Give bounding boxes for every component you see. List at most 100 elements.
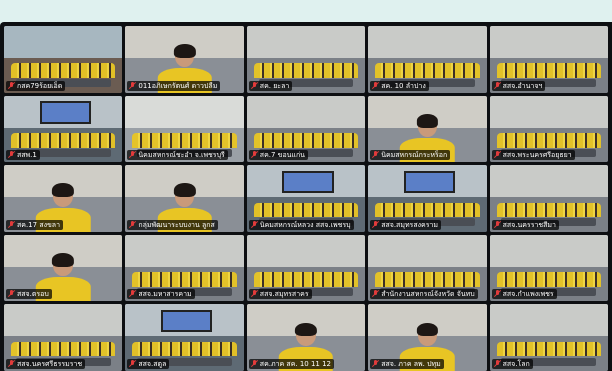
participant-crowd (375, 63, 480, 78)
participant-name-label: สสจ.สมุทรสงคราม (370, 219, 441, 230)
participant-tile[interactable]: สำนักงานสหกรณ์จังหวัด จันทบ (368, 234, 487, 302)
participant-name: สค.7 ขอนแก่น (259, 151, 305, 160)
muted-mic-icon (251, 220, 258, 229)
participant-name-label: สสจ.กำแพงเพชร (491, 289, 557, 300)
participant-crowd (132, 341, 237, 357)
participant-tile[interactable]: สสจ.กำแพงเพชร (489, 234, 608, 302)
muted-mic-icon (372, 220, 379, 229)
participant-gallery: กสค79ร้อยเอ็ด 011อภิเษกรัตนศ์ ดาวปลืม สค. … (4, 26, 608, 371)
participant-tile[interactable]: สสจ.โลก (489, 304, 608, 371)
participant-name: นิคมสหกรณ์หลวง สสจ.เพชรบุ (259, 220, 351, 229)
video-wall (489, 234, 608, 267)
video-wall (125, 95, 244, 128)
muted-mic-icon (494, 220, 501, 229)
participant-tile[interactable]: 011อภิเษกรัตนศ์ ดาวปลืม (125, 26, 244, 93)
muted-mic-icon (129, 151, 136, 159)
muted-mic-icon (494, 290, 501, 298)
participant-name-label: สสจ.ตรอบ (6, 289, 52, 300)
muted-mic-icon (494, 151, 501, 159)
participant-tile[interactable]: นิคมสหกรณ์หลวง สสจ.เพชรบุ (246, 165, 366, 232)
participant-name: 011อภิเษกรัตนศ์ ดาวปลืม (138, 81, 218, 90)
participant-name: สค. ยะลา (259, 81, 290, 90)
participant-name: สสจ.กำแพงเพชร (502, 290, 554, 299)
participant-crowd (253, 202, 359, 218)
participant-name: สค.ภาค สค. 10 11 12 (259, 359, 332, 368)
muted-mic-icon (129, 220, 136, 229)
participant-name-label: สสจ.โลก (491, 358, 533, 369)
participant-crowd (496, 272, 601, 287)
participant-tile[interactable]: สสพ.1 (4, 95, 123, 163)
participant-name: สสจ.อำนาจฯ (502, 81, 543, 90)
video-wall (246, 234, 366, 267)
participant-tile[interactable]: สสจ. ภาค ลพ. ปทุม (368, 304, 487, 371)
participant-tile[interactable]: สค.17 สงขลา (4, 165, 123, 232)
video-wall (489, 95, 608, 128)
participant-tile[interactable]: สสจ.สมุทรสงคราม (368, 165, 487, 232)
participant-crowd (132, 272, 237, 287)
participant-tile[interactable]: สสจ.อำนาจฯ (489, 26, 608, 93)
participant-name: สสจ.นครศรีธรรมราช (17, 359, 83, 368)
participant-name-label: สำนักงานสหกรณ์จังหวัด จันทบ (370, 289, 478, 300)
participant-tile[interactable]: กลุ่มพัฒนาระบบงาน ลูกส (125, 165, 244, 232)
participant-tile[interactable]: นิคมสหกรณ์กระหร็อก (368, 95, 487, 163)
participant-tile[interactable]: นิคมสหกรณ์ชะอำ จ.เพชรบุรี (125, 95, 244, 163)
participant-tile[interactable]: สค. 10 ลำปาง (368, 26, 487, 93)
participant-name: นิคมสหกรณ์กระหร็อก (381, 151, 448, 160)
muted-mic-icon (372, 290, 379, 298)
participant-name: สสจ.ตรอบ (17, 290, 49, 299)
video-wall (4, 26, 123, 58)
participant-name-label: สสจ.อำนาจฯ (491, 80, 546, 91)
participant-tile[interactable]: สค.7 ขอนแก่น (246, 95, 366, 163)
video-wall (489, 304, 608, 337)
participant-crowd (132, 132, 237, 148)
participant-name-label: สสจ. ภาค ลพ. ปทุม (370, 358, 444, 369)
participant-name-label: สสจ.นครราชสีมา (491, 219, 559, 230)
participant-tile[interactable]: สค. ยะลา (246, 26, 366, 93)
participant-tile[interactable]: สสจ.สมุทรสาคร (246, 234, 366, 302)
video-wall (4, 304, 123, 337)
participant-name: สค.17 สงขลา (17, 220, 61, 229)
participant-tile[interactable]: สสจ.นครราชสีมา (489, 165, 608, 232)
participant-tile[interactable]: กสค79ร้อยเอ็ด (4, 26, 123, 93)
participant-tile[interactable]: สสจ.มหาสารคาม (125, 234, 244, 302)
participant-tile[interactable]: สสจ.นครศรีธรรมราช (4, 304, 123, 371)
participant-name: กลุ่มพัฒนาระบบงาน ลูกส (138, 220, 215, 229)
presentation-screen (39, 100, 91, 124)
video-wall (246, 95, 366, 128)
video-wall (489, 26, 608, 58)
participant-name: สสจ.พระนครศรีอยุธยา (502, 151, 572, 160)
muted-mic-icon (251, 151, 258, 159)
muted-mic-icon (372, 151, 379, 159)
muted-mic-icon (129, 290, 136, 298)
muted-mic-icon (8, 290, 15, 298)
participant-name-label: สค. ยะลา (248, 80, 293, 91)
video-wall (246, 26, 366, 58)
presentation-screen (403, 170, 456, 194)
participant-name-label: กสค79ร้อยเอ็ด (6, 80, 66, 91)
participant-name: สสจ.สมุทรสาคร (259, 290, 309, 299)
participant-name: สสจ.สตูล (138, 359, 167, 368)
participant-tile[interactable]: สสจ.สตูล (125, 304, 244, 371)
participant-name-label: สสจ.พระนครศรีอยุธยา (491, 150, 575, 161)
muted-mic-icon (251, 290, 258, 298)
participant-name: กสค79ร้อยเอ็ด (17, 81, 63, 90)
participant-crowd (496, 202, 601, 218)
participant-crowd (375, 272, 480, 287)
participant-tile[interactable]: สสจ.ตรอบ (4, 234, 123, 302)
participant-name: สค. 10 ลำปาง (381, 81, 426, 90)
participant-tile[interactable]: สค.ภาค สค. 10 11 12 (246, 304, 366, 371)
participant-crowd (496, 63, 601, 78)
participant-crowd (11, 63, 116, 78)
video-wall (368, 26, 487, 58)
participant-name-label: สสจ.มหาสารคาม (127, 289, 195, 300)
participant-name-label: สสจ.สมุทรสาคร (248, 289, 312, 300)
participant-name-label: นิคมสหกรณ์หลวง สสจ.เพชรบุ (248, 219, 354, 230)
muted-mic-icon (494, 359, 501, 368)
muted-mic-icon (251, 81, 258, 90)
participant-name-label: 011อภิเษกรัตนศ์ ดาวปลืม (127, 80, 221, 91)
muted-mic-icon (8, 151, 15, 159)
participant-tile[interactable]: สสจ.พระนครศรีอยุธยา (489, 95, 608, 163)
muted-mic-icon (8, 220, 15, 229)
participant-name-label: สสพ.1 (6, 150, 40, 161)
muted-mic-icon (129, 81, 136, 90)
